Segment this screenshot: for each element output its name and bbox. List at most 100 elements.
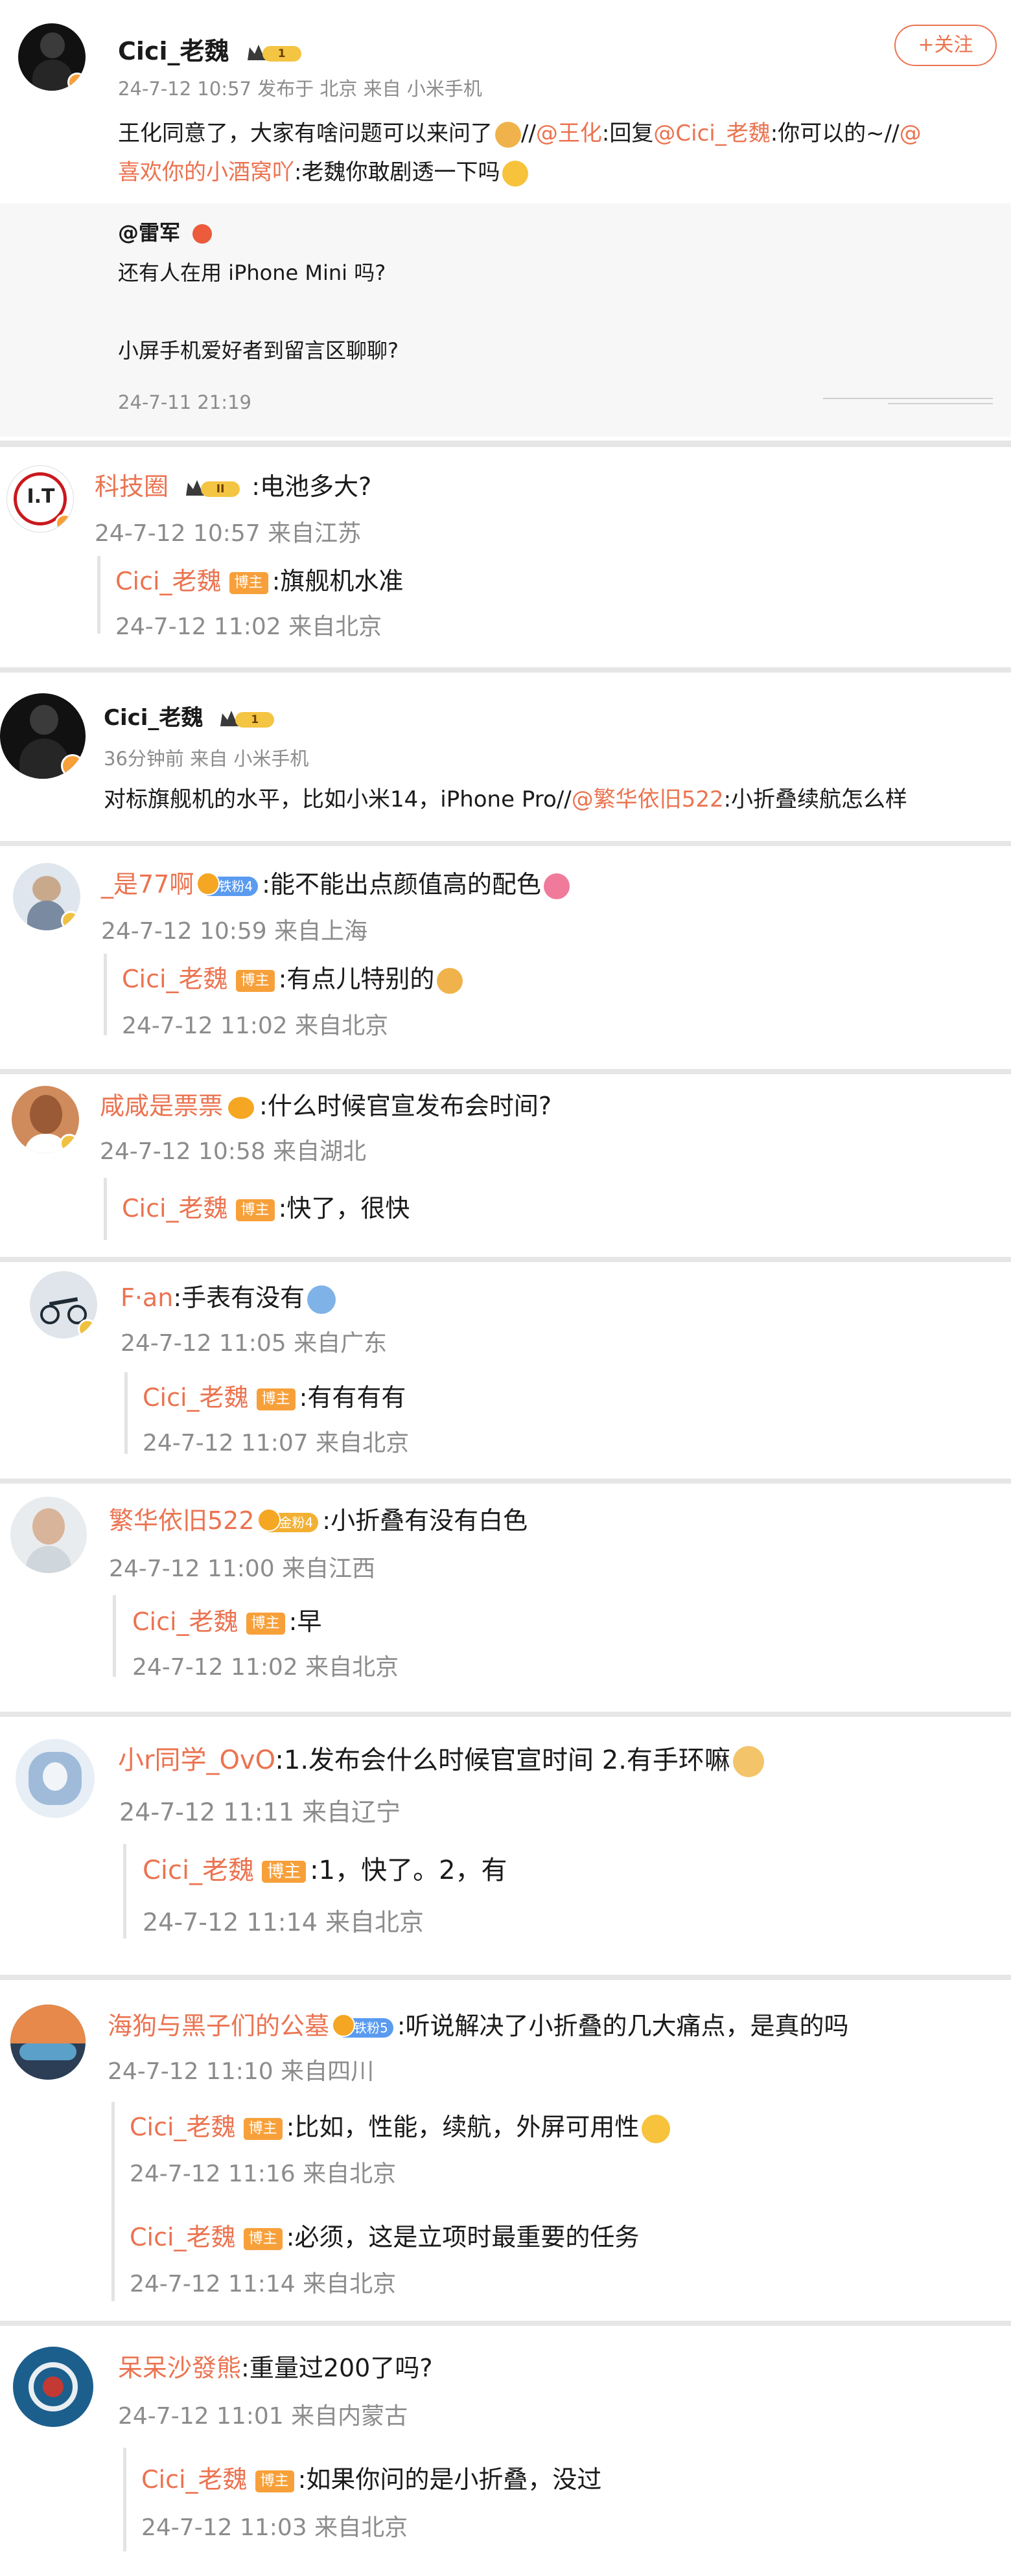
author-name[interactable]: Cici_老魏 1 (118, 31, 305, 67)
comment-user[interactable]: 呆呆沙發熊:重量过200了吗? (118, 2348, 433, 2384)
quoted-post[interactable]: @雷军 还有人在用 iPhone Mini 吗? 小屏手机爱好者到留言区聊聊? … (0, 203, 1011, 437)
reply-indicator (111, 2102, 115, 2301)
reply-text: :如果你问的是小折叠，没过 (297, 2465, 602, 2494)
reply-user-name[interactable]: Cici_老魏 (141, 2465, 248, 2494)
comment-user[interactable]: 科技圈 II :电池多大? (95, 466, 371, 502)
mention-link[interactable]: @ (900, 121, 922, 146)
reply-user-name[interactable]: Cici_老魏 (143, 1856, 254, 1885)
reply-indicator (97, 556, 100, 634)
user-avatar[interactable] (10, 2005, 86, 2080)
user-avatar[interactable] (10, 1497, 87, 1573)
reply-text: :快了，很快 (278, 1194, 410, 1223)
reply-user[interactable]: Cici_老魏 博主:有有有有 (143, 1377, 406, 1413)
mention-link[interactable]: 喜欢你的小酒窝吖 (118, 159, 294, 185)
reply-user-name[interactable]: Cici_老魏 (130, 2223, 236, 2251)
comment-text: :重量过200了吗? (241, 2354, 433, 2382)
blogger-badge: 博主 (235, 1199, 275, 1221)
user-avatar[interactable] (13, 863, 80, 930)
reply-meta: 24-7-12 11:02 来自北京 (122, 1013, 389, 1039)
reply-user[interactable]: Cici_老魏 博主:旗舰机水准 (115, 561, 403, 597)
dizzy-emoji-icon (307, 1285, 336, 1314)
comment-user-name[interactable]: 海狗与黑子们的公墓 (108, 2012, 329, 2040)
comment-user[interactable]: 繁华依旧522 金粉4:小折叠有没有白色 (109, 1501, 528, 1536)
user-avatar[interactable] (30, 1271, 97, 1339)
reply-user-name[interactable]: Cici_老魏 (122, 965, 228, 993)
reply-indicator (104, 1178, 107, 1240)
reply-user-name[interactable]: Cici_老魏 (130, 2113, 236, 2141)
reply-text: :早 (288, 1607, 322, 1636)
comment-text: :1.发布会什么时候官宣时间 2.有手环嘛 (275, 1745, 730, 1775)
comment-section: 繁华依旧522 金粉4:小折叠有没有白色 24-7-12 11:00 来自江西 C… (0, 1484, 1011, 1712)
post-text: 王化同意了，大家有啥问题可以来问了 (118, 121, 493, 146)
quoted-divider (823, 398, 993, 399)
comment-section: 呆呆沙發熊:重量过200了吗? 24-7-12 11:01 来自内蒙古 Cici… (0, 2326, 1011, 2576)
mention-link[interactable]: @王化 (536, 121, 602, 146)
quoted-text-line2: 小屏手机爱好者到留言区聊聊? (118, 338, 399, 363)
author-name-text[interactable]: Cici_老魏 (104, 705, 203, 731)
comment-meta: 24-7-12 11:10 来自四川 (108, 2058, 375, 2085)
reply-user[interactable]: Cici_老魏 博主:必须，这是立项时最重要的任务 (130, 2217, 639, 2253)
reply-meta: 24-7-12 11:16 来自北京 (130, 2161, 397, 2187)
comment-user[interactable]: F·an:手表有没有 (121, 1278, 336, 1314)
comment-user-name[interactable]: _是77啊 (101, 870, 194, 899)
reply-user[interactable]: Cici_老魏 博主:有点儿特别的 (122, 959, 463, 995)
comment-user[interactable]: _是77啊 铁粉4:能不能出点颜值高的配色 (101, 864, 570, 900)
user-avatar[interactable] (12, 1086, 79, 1153)
blogger-badge: 博主 (255, 2470, 294, 2492)
comment-user[interactable]: 海狗与黑子们的公墓 铁粉5:听说解决了小折叠的几大痛点，是真的吗 (108, 2006, 849, 2041)
post-text-reply: :回复 (601, 121, 654, 146)
follow-button[interactable]: +关注 (894, 25, 997, 66)
user-avatar[interactable] (13, 2347, 93, 2427)
section-divider (0, 1975, 1011, 1980)
mention-link[interactable]: @Cici_老魏 (653, 121, 770, 146)
level-number: 1 (262, 45, 301, 62)
comment-user[interactable]: 小r同学_OvO:1.发布会什么时候官宣时间 2.有手环嘛 (118, 1739, 764, 1777)
post-text-you-can: :你可以的~// (770, 121, 900, 146)
reply-text: :1，快了。2，有 (310, 1856, 507, 1885)
reply-meta: 24-7-12 11:03 来自北京 (141, 2514, 408, 2541)
reply-user[interactable]: Cici_老魏 博主:1，快了。2，有 (143, 1849, 507, 1887)
comment-user-name[interactable]: 繁华依旧522 (109, 1506, 255, 1535)
blogger-badge: 博主 (246, 1612, 285, 1635)
user-avatar[interactable]: I.T (6, 465, 74, 533)
comment-user-name[interactable]: F·an (121, 1283, 173, 1312)
reply-user[interactable]: Cici_老魏 博主:如果你问的是小折叠，没过 (141, 2459, 601, 2495)
reply-user[interactable]: Cici_老魏 博主:比如，性能，续航，外屏可用性 (130, 2107, 671, 2143)
comment-user[interactable]: 咸咸是票票:什么时候官宣发布会时间? (100, 1086, 552, 1121)
comment-user-name[interactable]: 咸咸是票票 (100, 1092, 223, 1120)
fan-badge: 金粉4 (257, 1508, 319, 1532)
author-name-text[interactable]: Cici_老魏 (118, 37, 229, 65)
comment-text: :能不能出点颜值高的配色 (262, 870, 541, 899)
quoted-author[interactable]: @雷军 (118, 216, 213, 246)
author-name[interactable]: Cici_老魏 1 (104, 700, 278, 731)
comment-text: :手表有没有 (173, 1283, 305, 1312)
level-number: II (201, 481, 240, 497)
mention-link[interactable]: @繁华依旧522 (572, 787, 724, 812)
blogger-badge: 博主 (235, 969, 275, 992)
repost-text-main: 对标旗舰机的水平，比如小米14，iPhone Pro// (104, 787, 572, 812)
reply-user-name[interactable]: Cici_老魏 (115, 567, 222, 595)
reply-user-name[interactable]: Cici_老魏 (143, 1383, 249, 1412)
comment-user-name[interactable]: 小r同学_OvO (118, 1745, 275, 1775)
section-divider (0, 441, 1011, 447)
blogger-badge: 博主 (229, 571, 268, 594)
reply-meta: 24-7-12 11:02 来自北京 (115, 614, 382, 640)
comment-user-name[interactable]: 呆呆沙發熊 (118, 2354, 241, 2382)
reply-user[interactable]: Cici_老魏 博主:早 (132, 1602, 321, 1637)
quoted-author-name[interactable]: @雷军 (118, 220, 180, 245)
post-text-slash: // (521, 121, 536, 146)
fan-badge: 铁粉5 (332, 2013, 393, 2038)
author-avatar[interactable] (0, 693, 86, 779)
verified-icon (78, 1319, 97, 1339)
comment-user-name[interactable]: 科技圈 (95, 472, 168, 501)
user-avatar[interactable] (16, 1739, 95, 1818)
comment-section: 海狗与黑子们的公墓 铁粉5:听说解决了小折叠的几大痛点，是真的吗 24-7-12 … (0, 1980, 1011, 2321)
reply-text: :比如，性能，续航，外屏可用性 (286, 2113, 640, 2141)
reply-user-name[interactable]: Cici_老魏 (122, 1194, 228, 1223)
author-avatar[interactable] (18, 23, 86, 91)
reply-meta: 24-7-12 11:07 来自北京 (143, 1430, 410, 1456)
level-badge: 1 (246, 42, 305, 64)
reply-user[interactable]: Cici_老魏 博主:快了，很快 (122, 1188, 410, 1224)
reply-user-name[interactable]: Cici_老魏 (132, 1607, 238, 1636)
post-section: Cici_老魏 1 24-7-12 10:57 发布于 北京 来自 小米手机 +… (0, 0, 1011, 441)
